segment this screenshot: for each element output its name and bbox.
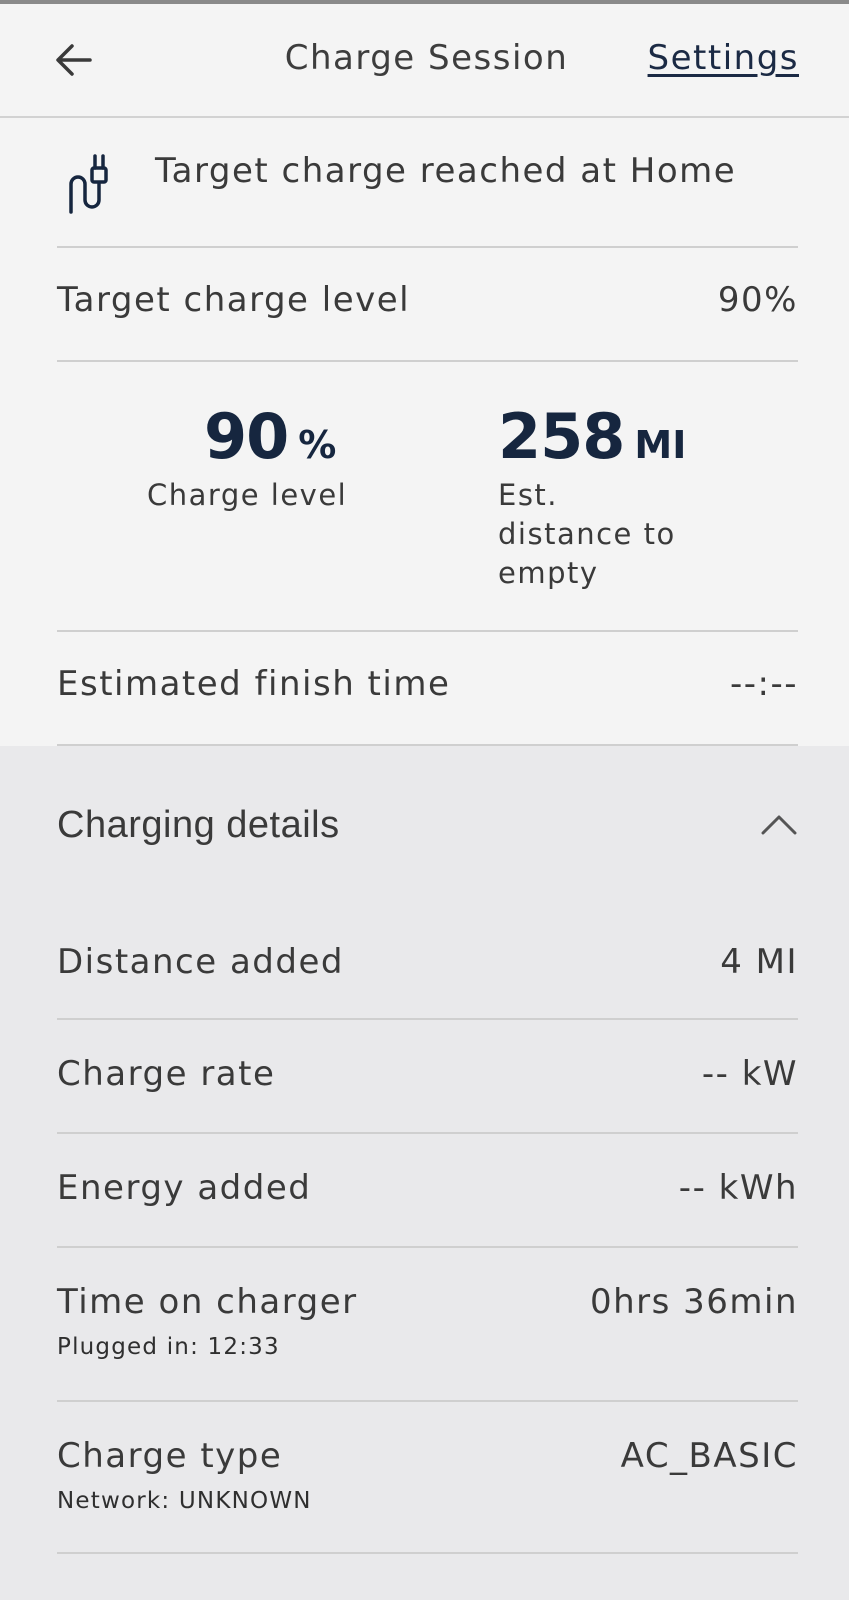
charge-rate-row: Charge rate -- kW — [57, 1020, 798, 1134]
charge-stats: 90% Charge level 258 MI Est. distance to … — [57, 362, 798, 632]
charge-rate-label: Charge rate — [57, 1054, 276, 1094]
range-unit: MI — [634, 423, 687, 467]
charge-type-value: AC_BASIC — [620, 1436, 798, 1476]
plugged-in-time: Plugged in: 12:33 — [57, 1334, 280, 1360]
range-label-line-1: Est. — [498, 478, 559, 512]
target-charge-row[interactable]: Target charge level 90% — [57, 248, 798, 362]
energy-added-label: Energy added — [57, 1168, 312, 1208]
distance-added-label: Distance added — [57, 942, 344, 982]
status-text: Target charge reached at Home — [155, 151, 737, 191]
charging-details-toggle[interactable]: Charging details — [57, 746, 798, 906]
finish-time-row: Estimated finish time --:-- — [57, 632, 798, 746]
range-value: 258 MI — [498, 400, 686, 473]
range-label-line-3: empty — [498, 556, 599, 590]
time-on-charger-value: 0hrs 36min — [589, 1282, 798, 1322]
charge-level-unit: % — [298, 423, 337, 467]
energy-added-value: -- kWh — [678, 1168, 798, 1208]
time-on-charger-label: Time on charger — [57, 1282, 358, 1322]
ev-plug-icon — [69, 154, 108, 214]
distance-added-row: Distance added 4 MI — [57, 908, 798, 1020]
charge-rate-value: -- kW — [701, 1054, 798, 1094]
app-header: Charge Session Settings — [0, 4, 849, 118]
energy-added-row: Energy added -- kWh — [57, 1134, 798, 1248]
distance-added-value: 4 MI — [720, 942, 798, 982]
charge-type-row: Charge type AC_BASIC Network: UNKNOWN — [57, 1402, 798, 1554]
time-on-charger-row: Time on charger 0hrs 36min Plugged in: 1… — [57, 1248, 798, 1402]
chevron-up-icon[interactable] — [760, 810, 798, 836]
charge-status-banner: Target charge reached at Home — [57, 118, 798, 248]
range-number: 258 — [498, 400, 625, 473]
target-charge-label: Target charge level — [57, 280, 411, 320]
settings-link[interactable]: Settings — [648, 38, 799, 78]
target-charge-value: 90% — [717, 280, 798, 320]
finish-time-label: Estimated finish time — [57, 664, 451, 704]
charge-type-label: Charge type — [57, 1436, 283, 1476]
range-label: Est. distance to empty — [498, 476, 676, 593]
finish-time-value: --:-- — [729, 664, 798, 704]
charge-level-label: Charge level — [147, 478, 348, 512]
range-label-line-2: distance to — [498, 517, 676, 551]
charging-details-title: Charging details — [57, 804, 340, 846]
charge-level-number: 90 — [204, 400, 289, 473]
charge-network: Network: UNKNOWN — [57, 1488, 312, 1514]
charge-level-value: 90% — [204, 400, 336, 473]
